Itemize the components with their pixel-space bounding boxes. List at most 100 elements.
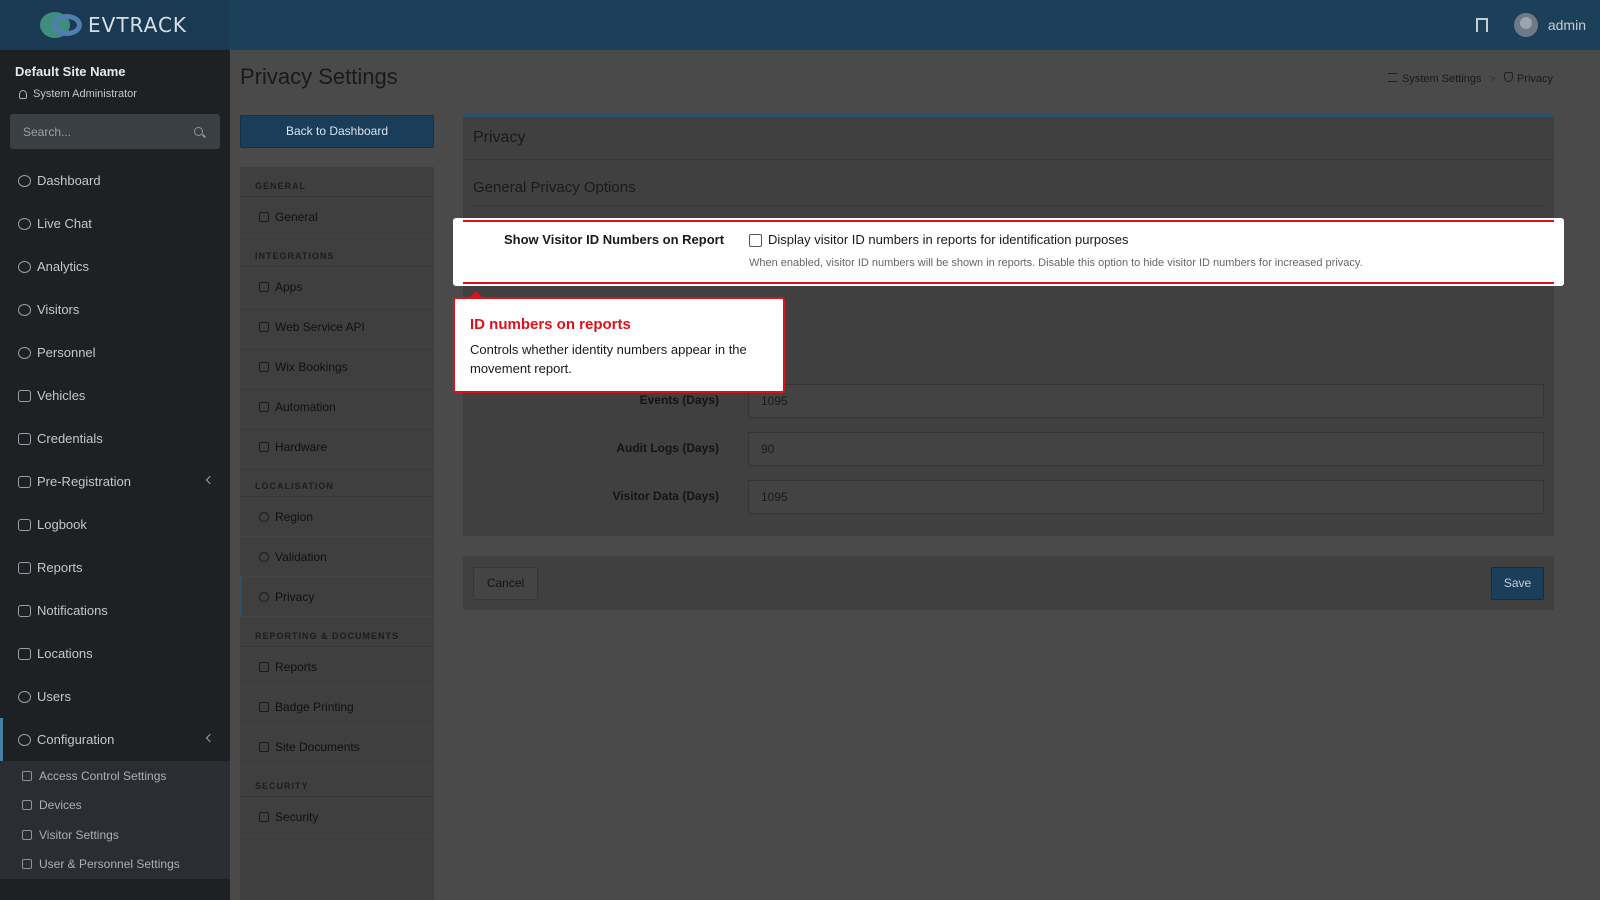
- settings-section-heading: LOCALISATION: [240, 467, 434, 497]
- nav-label: Analytics: [37, 259, 90, 274]
- settings-item-label: Region: [275, 509, 314, 524]
- settings-item-wix-bookings[interactable]: Wix Bookings: [240, 347, 434, 387]
- settings-section-heading: GENERAL: [240, 167, 434, 197]
- show-visitor-id-checkbox[interactable]: [749, 234, 762, 247]
- device-icon: [22, 800, 32, 811]
- callout-body: Controls whether identity numbers appear…: [470, 342, 747, 376]
- user-menu[interactable]: admin: [1513, 13, 1586, 37]
- analytics-icon: [18, 260, 31, 273]
- subnav-access-control[interactable]: Access Control Settings: [0, 761, 230, 791]
- callout-title: ID numbers on reports: [470, 316, 631, 333]
- chevron-left-icon[interactable]: [205, 733, 215, 743]
- visitor-data-retention-row: Visitor Data (Days): [463, 480, 1554, 514]
- brand-logo[interactable]: EVTRACK: [0, 0, 230, 50]
- save-button[interactable]: Save: [1491, 567, 1544, 600]
- settings-item-validation[interactable]: Validation: [240, 537, 434, 577]
- bar-chart-icon: [259, 661, 269, 672]
- eye-icon: [22, 829, 32, 840]
- main-content: Privacy Settings System Settings > Priva…: [230, 50, 1600, 900]
- settings-item-privacy[interactable]: Privacy: [240, 577, 434, 617]
- settings-item-label: Security: [275, 809, 319, 824]
- logo-icon: [40, 10, 84, 40]
- panel-title: Privacy: [473, 129, 526, 146]
- show-visitor-id-help: When enabled, visitor ID numbers will be…: [749, 257, 1363, 269]
- breadcrumb-system-settings[interactable]: System Settings: [1388, 72, 1482, 85]
- configuration-subnav: Access Control Settings Devices Visitor …: [0, 761, 230, 879]
- settings-item-label: Hardware: [275, 439, 328, 454]
- subnav-label: Devices: [39, 798, 82, 813]
- settings-item-apps[interactable]: Apps: [240, 267, 434, 307]
- sliders-icon: [1388, 72, 1399, 82]
- calendar-icon: [259, 361, 269, 372]
- search-icon[interactable]: [194, 127, 203, 136]
- show-visitor-id-checkbox-label[interactable]: Display visitor ID numbers in reports fo…: [768, 232, 1129, 247]
- bookmark-icon[interactable]: [1475, 18, 1488, 32]
- nav-label: Credentials: [37, 431, 103, 446]
- breadcrumb-label: System Settings: [1402, 72, 1482, 85]
- breadcrumb-privacy: Privacy: [1503, 72, 1553, 85]
- personnel-icon: [18, 346, 31, 359]
- audit-logs-retention-row: Audit Logs (Days): [463, 432, 1554, 466]
- user-role: System Administrator: [19, 88, 137, 100]
- nav-label: Logbook: [37, 517, 87, 532]
- nav-live-chat[interactable]: Live Chat: [0, 202, 230, 245]
- settings-item-automation[interactable]: Automation: [240, 387, 434, 427]
- nav-configuration[interactable]: Configuration: [0, 718, 230, 761]
- map-icon: [18, 647, 31, 660]
- settings-item-region[interactable]: Region: [240, 497, 434, 537]
- settings-item-label: Web Service API: [275, 319, 365, 334]
- nav-pre-registration[interactable]: Pre-Registration: [0, 460, 230, 503]
- user-icon: [19, 89, 27, 99]
- settings-item-label: Validation: [275, 549, 327, 564]
- document-icon: [259, 741, 269, 752]
- subnav-user-personnel[interactable]: User & Personnel Settings: [0, 850, 230, 880]
- subnav-label: Access Control Settings: [39, 768, 167, 783]
- nav-locations[interactable]: Locations: [0, 632, 230, 675]
- nav-label: Personnel: [37, 345, 96, 360]
- nav-visitors[interactable]: Visitors: [0, 288, 230, 331]
- settings-item-hardware[interactable]: Hardware: [240, 427, 434, 467]
- settings-item-site-documents[interactable]: Site Documents: [240, 727, 434, 767]
- subnav-label: Visitor Settings: [39, 827, 119, 842]
- back-to-dashboard-button[interactable]: Back to Dashboard: [240, 115, 434, 148]
- settings-item-web-service-api[interactable]: Web Service API: [240, 307, 434, 347]
- audit-logs-retention-input[interactable]: [748, 432, 1544, 466]
- settings-nav: GENERAL General INTEGRATIONS Apps Web Se…: [240, 167, 434, 900]
- form-footer: Cancel Save: [463, 556, 1554, 610]
- nav-credentials[interactable]: Credentials: [0, 417, 230, 460]
- gear-icon: [18, 733, 31, 746]
- nav-dashboard[interactable]: Dashboard: [0, 159, 230, 202]
- hardware-icon: [259, 441, 269, 452]
- settings-item-label: Privacy: [275, 589, 315, 604]
- nav-analytics[interactable]: Analytics: [0, 245, 230, 288]
- subnav-visitor-settings[interactable]: Visitor Settings: [0, 820, 230, 850]
- globe-icon: [259, 511, 269, 522]
- page-title: Privacy Settings: [240, 64, 398, 89]
- book-icon: [18, 518, 31, 531]
- nav-users[interactable]: Users: [0, 675, 230, 718]
- search-input[interactable]: [10, 114, 180, 149]
- settings-item-reports[interactable]: Reports: [240, 647, 434, 687]
- events-retention-input[interactable]: [748, 384, 1544, 418]
- bolt-icon: [259, 401, 269, 412]
- nav-vehicles[interactable]: Vehicles: [0, 374, 230, 417]
- settings-item-label: Reports: [275, 659, 318, 674]
- settings-item-label: Badge Printing: [275, 699, 354, 714]
- nav-notifications[interactable]: Notifications: [0, 589, 230, 632]
- settings-item-label: Site Documents: [275, 739, 360, 754]
- nav-reports[interactable]: Reports: [0, 546, 230, 589]
- nav-personnel[interactable]: Personnel: [0, 331, 230, 374]
- chevron-left-icon[interactable]: [205, 475, 215, 485]
- settings-item-label: Wix Bookings: [275, 359, 348, 374]
- lock-icon: [22, 770, 32, 781]
- eye-icon: [18, 303, 31, 316]
- cancel-button[interactable]: Cancel: [473, 567, 538, 600]
- visitor-data-retention-input[interactable]: [748, 480, 1544, 514]
- settings-item-general[interactable]: General: [240, 197, 434, 237]
- shield-icon: [259, 591, 269, 602]
- settings-item-security[interactable]: Security: [240, 797, 434, 837]
- subnav-devices[interactable]: Devices: [0, 791, 230, 821]
- breadcrumb-separator: >: [1489, 72, 1496, 85]
- nav-logbook[interactable]: Logbook: [0, 503, 230, 546]
- settings-item-badge-printing[interactable]: Badge Printing: [240, 687, 434, 727]
